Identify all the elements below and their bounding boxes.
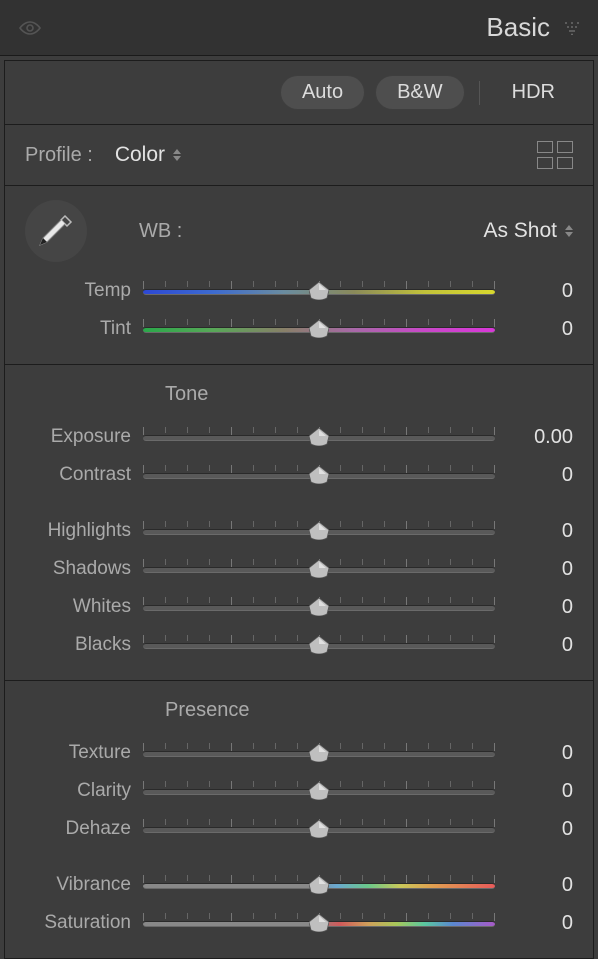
wb-label: WB : [139, 220, 182, 243]
tone-highlights-row: Highlights 0 [5, 512, 593, 550]
tone-shadows-value[interactable]: 0 [495, 558, 573, 581]
tone-highlights-label: Highlights [25, 520, 143, 542]
presence-saturation-value[interactable]: 0 [495, 912, 573, 935]
presence-dehaze-slider[interactable] [143, 819, 495, 839]
panel-header: Basic [0, 0, 598, 56]
panel-title: Basic [486, 12, 550, 43]
presence-title: Presence [5, 695, 593, 734]
tone-exposure-slider[interactable] [143, 427, 495, 447]
presence-clarity-slider[interactable] [143, 781, 495, 801]
panel-collapse-icon[interactable] [564, 21, 580, 35]
wb-tint-slider[interactable] [143, 319, 495, 339]
slider-thumb[interactable] [309, 522, 329, 540]
wb-stepper-icon[interactable] [565, 225, 573, 237]
tone-blacks-label: Blacks [25, 634, 143, 656]
tone-contrast-slider[interactable] [143, 465, 495, 485]
tone-contrast-row: Contrast 0 [5, 456, 593, 494]
presence-dehaze-value[interactable]: 0 [495, 818, 573, 841]
presence-saturation-slider[interactable] [143, 913, 495, 933]
tone-shadows-row: Shadows 0 [5, 550, 593, 588]
presence-vibrance-row: Vibrance 0 [5, 866, 593, 904]
profile-row: Profile : Color [5, 125, 593, 186]
wb-section: WB : As Shot Temp 0 Tint 0 [5, 186, 593, 365]
slider-thumb[interactable] [309, 560, 329, 578]
tone-section: Tone Exposure0.00Contrast0 Highlights0Sh… [5, 365, 593, 681]
tone-whites-value[interactable]: 0 [495, 596, 573, 619]
slider-thumb[interactable] [309, 820, 329, 838]
tone-blacks-value[interactable]: 0 [495, 634, 573, 657]
tone-exposure-label: Exposure [25, 426, 143, 448]
tone-whites-slider[interactable] [143, 597, 495, 617]
presence-vibrance-value[interactable]: 0 [495, 874, 573, 897]
wb-dropdown[interactable]: As Shot [483, 219, 557, 243]
presence-section: Presence Texture 0 Clarity 0 Dehaze 0 Vibranc… [5, 681, 593, 958]
tone-shadows-label: Shadows [25, 558, 143, 580]
tone-contrast-value[interactable]: 0 [495, 464, 573, 487]
slider-thumb[interactable] [309, 320, 329, 338]
wb-temp-slider[interactable] [143, 281, 495, 301]
presence-texture-row: Texture 0 [5, 734, 593, 772]
presence-texture-label: Texture [25, 742, 143, 764]
slider-thumb[interactable] [309, 636, 329, 654]
slider-thumb[interactable] [309, 466, 329, 484]
tone-whites-label: Whites [25, 596, 143, 618]
visibility-toggle-icon[interactable] [18, 20, 42, 36]
tone-blacks-row: Blacks 0 [5, 626, 593, 664]
presence-texture-slider[interactable] [143, 743, 495, 763]
wb-tint-value[interactable]: 0 [495, 318, 573, 341]
slider-thumb[interactable] [309, 782, 329, 800]
slider-thumb[interactable] [309, 744, 329, 762]
slider-thumb[interactable] [309, 598, 329, 616]
toolbar-divider [479, 81, 480, 105]
eyedropper-button[interactable] [25, 200, 87, 262]
tone-highlights-value[interactable]: 0 [495, 520, 573, 543]
mode-toolbar: Auto B&W HDR [5, 61, 593, 125]
profile-label: Profile : [25, 144, 93, 167]
presence-dehaze-row: Dehaze 0 [5, 810, 593, 848]
auto-button[interactable]: Auto [280, 75, 365, 110]
wb-temp-row: Temp 0 [5, 272, 593, 310]
wb-temp-value[interactable]: 0 [495, 280, 573, 303]
wb-tint-row: Tint 0 [5, 310, 593, 348]
wb-temp-label: Temp [25, 280, 143, 302]
wb-tint-label: Tint [25, 318, 143, 340]
presence-saturation-label: Saturation [25, 912, 143, 934]
tone-title: Tone [5, 379, 593, 418]
bw-button[interactable]: B&W [375, 75, 465, 110]
presence-clarity-row: Clarity 0 [5, 772, 593, 810]
presence-vibrance-label: Vibrance [25, 874, 143, 896]
hdr-button[interactable]: HDR [494, 75, 573, 110]
presence-clarity-value[interactable]: 0 [495, 780, 573, 803]
presence-vibrance-slider[interactable] [143, 875, 495, 895]
profile-browser-icon[interactable] [537, 141, 573, 169]
tone-exposure-value[interactable]: 0.00 [495, 426, 573, 449]
slider-thumb[interactable] [309, 914, 329, 932]
slider-thumb[interactable] [309, 428, 329, 446]
presence-texture-value[interactable]: 0 [495, 742, 573, 765]
tone-highlights-slider[interactable] [143, 521, 495, 541]
tone-blacks-slider[interactable] [143, 635, 495, 655]
profile-stepper-icon[interactable] [173, 149, 181, 161]
slider-thumb[interactable] [309, 876, 329, 894]
tone-exposure-row: Exposure 0.00 [5, 418, 593, 456]
profile-dropdown[interactable]: Color [115, 143, 165, 167]
presence-clarity-label: Clarity [25, 780, 143, 802]
tone-whites-row: Whites 0 [5, 588, 593, 626]
tone-shadows-slider[interactable] [143, 559, 495, 579]
tone-contrast-label: Contrast [25, 464, 143, 486]
presence-saturation-row: Saturation 0 [5, 904, 593, 942]
presence-dehaze-label: Dehaze [25, 818, 143, 840]
slider-thumb[interactable] [309, 282, 329, 300]
